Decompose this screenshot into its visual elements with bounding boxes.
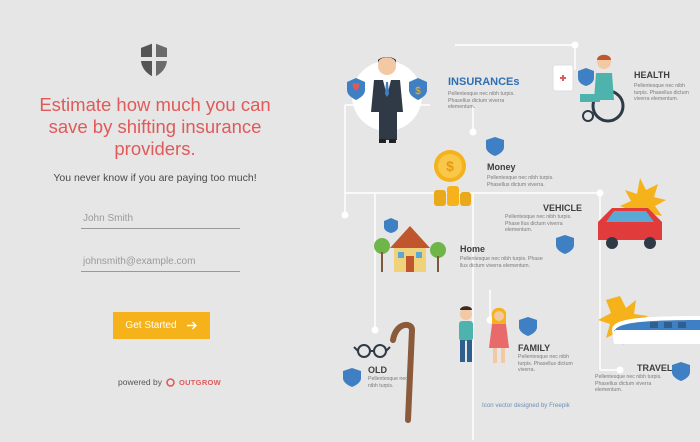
outgrow-logo-icon (166, 377, 175, 387)
svg-text:$: $ (415, 86, 421, 97)
image-credit: Icon vector designed by Freepik (482, 402, 570, 409)
travel-text: Pellentesque nec nibh turpis. Phasellus … (595, 374, 662, 394)
powered-by: powered by OUTGROW (118, 377, 221, 387)
vehicle-text: Pellentesque nec nibh turpis. Phase llus… (505, 214, 572, 234)
home-illustration (374, 218, 446, 272)
family-title: FAMILY (518, 343, 551, 353)
money-title: Money (487, 162, 516, 172)
vehicle-title: VEHICLE (543, 203, 583, 213)
subheadline: You never know if you are paying too muc… (53, 172, 257, 184)
signup-panel: Estimate how much you can save by shifti… (0, 0, 330, 442)
home-text: Pellentesque nec nibh turpis. Phase llus… (460, 256, 543, 269)
shield-icon (141, 43, 167, 77)
health-title: HEALTH (634, 70, 670, 80)
name-field[interactable] (81, 208, 240, 229)
insurance-title: INSURANCEs (448, 76, 520, 88)
arrow-right-icon (186, 321, 197, 330)
health-illustration (552, 54, 625, 123)
email-field[interactable] (81, 251, 240, 272)
travel-title: TRAVEL (637, 363, 673, 373)
old-text: Pellentesque nec nibh turpis. (368, 376, 408, 389)
insurance-text: Pellentesque nec nibh turpis. Phasellus … (448, 91, 515, 111)
svg-text:$: $ (446, 158, 454, 174)
get-started-label: Get Started (125, 320, 177, 331)
home-title: Home (460, 244, 486, 254)
get-started-button[interactable]: Get Started (113, 312, 210, 339)
money-text: Pellentesque nec nibh turpis. Phasellus … (487, 175, 554, 188)
outgrow-brand[interactable]: OUTGROW (179, 378, 221, 387)
family-text: Pellentesque nec nibh turpis. Phasellus … (518, 354, 573, 374)
headline: Estimate how much you can save by shifti… (39, 94, 271, 159)
agent-illustration: $ (347, 57, 427, 143)
old-title: OLD (368, 365, 387, 375)
powered-by-text: powered by (118, 377, 162, 387)
health-text: Pellentesque nec nibh turpis. Phasellus … (634, 83, 689, 103)
